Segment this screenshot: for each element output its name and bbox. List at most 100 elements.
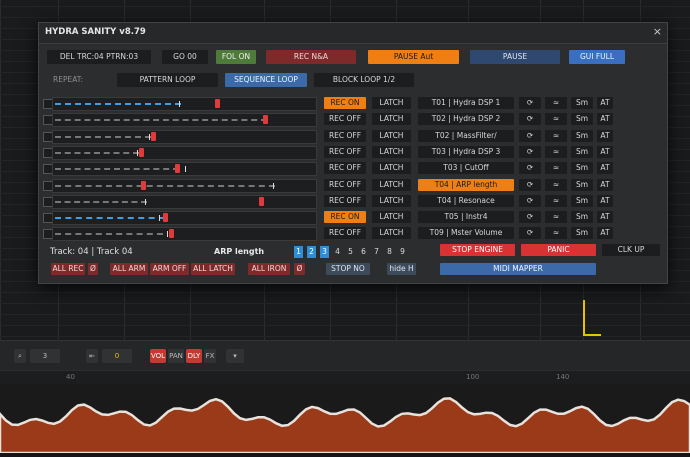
slider-handle[interactable] — [139, 147, 144, 157]
rec-toggle[interactable]: REC OFF — [324, 113, 366, 126]
param-name-button[interactable]: T01 | Hydra DSP 1 — [418, 97, 514, 109]
pattern-loop-button[interactable]: PATTERN LOOP — [117, 73, 218, 87]
go-button[interactable]: GO 00 — [162, 50, 208, 64]
slider-handle[interactable] — [259, 196, 264, 206]
sm-toggle[interactable]: Sm — [571, 194, 593, 207]
automation-slider[interactable] — [52, 97, 317, 111]
automation-slider[interactable] — [52, 162, 317, 177]
latch-toggle[interactable]: LATCH — [372, 113, 411, 126]
rec-toggle[interactable]: REC ON — [324, 211, 366, 224]
param-name-button[interactable]: T09 | Mster Volume — [418, 227, 514, 240]
param-name-button[interactable]: T02 | MassFilter/ — [418, 129, 514, 142]
close-icon[interactable]: × — [653, 26, 662, 38]
sm-toggle[interactable]: Sm — [571, 178, 593, 191]
all-arm-button[interactable]: ALL ARM — [110, 263, 148, 275]
param-name-button[interactable]: T04 | ARP length — [418, 178, 514, 191]
bank-button[interactable]: 3 — [320, 246, 329, 258]
smooth-icon[interactable]: ≈ — [545, 145, 567, 158]
automation-slider[interactable] — [52, 145, 317, 160]
slider-handle[interactable] — [163, 213, 168, 223]
sm-toggle[interactable]: Sm — [571, 227, 593, 240]
smooth-icon[interactable]: ≈ — [545, 178, 567, 191]
pause-button[interactable]: PAUSE — [470, 50, 560, 64]
param-name-button[interactable]: T03 | Hydra DSP 3 — [418, 145, 514, 158]
rec-toggle[interactable]: REC ON — [324, 97, 366, 109]
bank-button[interactable]: 4 — [333, 246, 342, 258]
step-icon[interactable]: ⇤ — [86, 349, 98, 363]
latch-toggle[interactable]: LATCH — [372, 178, 411, 191]
automation-slider[interactable] — [52, 178, 317, 193]
sm-toggle[interactable]: Sm — [571, 129, 593, 142]
at-toggle[interactable]: AT — [597, 129, 613, 142]
smooth-icon[interactable]: ≈ — [545, 113, 567, 126]
octave-stepper[interactable]: 3 — [30, 349, 60, 363]
latch-toggle[interactable]: LATCH — [372, 97, 411, 109]
automation-slider[interactable] — [52, 227, 317, 242]
slider-handle[interactable] — [215, 99, 220, 108]
all-rec-button[interactable]: ALL REC — [51, 263, 85, 275]
step-stepper[interactable]: 0 — [102, 349, 132, 363]
param-name-button[interactable]: T04 | Resonace — [418, 194, 514, 207]
slider-handle[interactable] — [151, 131, 156, 141]
fx-toggle[interactable]: FX — [204, 349, 216, 363]
at-toggle[interactable]: AT — [597, 145, 613, 158]
all-rec-clear-button[interactable]: Ø — [88, 263, 98, 275]
slider-handle[interactable] — [141, 180, 146, 190]
bank-button[interactable]: 8 — [385, 246, 394, 258]
clk-up-button[interactable]: CLK UP — [602, 244, 660, 256]
loop-icon[interactable]: ⟳ — [519, 227, 541, 240]
hide-button[interactable]: hide H — [387, 263, 416, 275]
param-name-button[interactable]: T05 | Instr4 — [418, 211, 514, 224]
loop-icon[interactable]: ⟳ — [519, 194, 541, 207]
loop-icon[interactable]: ⟳ — [519, 178, 541, 191]
automation-slider[interactable] — [52, 194, 317, 209]
latch-toggle[interactable]: LATCH — [372, 145, 411, 158]
pan-toggle[interactable]: PAN — [168, 349, 184, 363]
at-toggle[interactable]: AT — [597, 162, 613, 175]
dly-toggle[interactable]: DLY — [186, 349, 202, 363]
sm-toggle[interactable]: Sm — [571, 97, 593, 109]
midi-mapper-button[interactable]: MIDI MAPPER — [440, 263, 596, 275]
loop-icon[interactable]: ⟳ — [519, 145, 541, 158]
all-latch-button[interactable]: ALL LATCH — [191, 263, 235, 275]
param-name-button[interactable]: T02 | Hydra DSP 2 — [418, 113, 514, 126]
latch-toggle[interactable]: LATCH — [372, 211, 411, 224]
all-iron-clear-button[interactable]: Ø — [294, 263, 305, 275]
at-toggle[interactable]: AT — [597, 194, 613, 207]
rec-toggle[interactable]: REC OFF — [324, 162, 366, 175]
automation-slider[interactable] — [52, 113, 317, 128]
rec-toggle[interactable]: REC OFF — [324, 178, 366, 191]
arm-off-button[interactable]: ARM OFF — [150, 263, 189, 275]
slider-handle[interactable] — [169, 229, 174, 239]
loop-icon[interactable]: ⟳ — [519, 113, 541, 126]
bank-button[interactable]: 5 — [346, 246, 355, 258]
rec-toggle[interactable]: REC OFF — [324, 129, 366, 142]
latch-toggle[interactable]: LATCH — [372, 227, 411, 240]
block-loop-button[interactable]: BLOCK LOOP 1/2 — [314, 73, 414, 87]
at-toggle[interactable]: AT — [597, 227, 613, 240]
at-toggle[interactable]: AT — [597, 97, 613, 109]
automation-slider[interactable] — [52, 129, 317, 144]
smooth-icon[interactable]: ≈ — [545, 194, 567, 207]
at-toggle[interactable]: AT — [597, 178, 613, 191]
slider-handle[interactable] — [175, 164, 180, 174]
all-iron-button[interactable]: ALL IRON — [248, 263, 290, 275]
rec-toggle[interactable]: REC OFF — [324, 145, 366, 158]
sm-toggle[interactable]: Sm — [571, 211, 593, 224]
fx-dropdown[interactable]: ▾ — [226, 349, 244, 363]
vol-toggle[interactable]: VOL — [150, 349, 166, 363]
sm-toggle[interactable]: Sm — [571, 162, 593, 175]
latch-toggle[interactable]: LATCH — [372, 129, 411, 142]
slider-handle[interactable] — [263, 115, 268, 125]
smooth-icon[interactable]: ≈ — [545, 227, 567, 240]
pause-automation-button[interactable]: PAUSE Aut — [368, 50, 459, 64]
bank-button[interactable]: 1 — [294, 246, 303, 258]
bank-button[interactable]: 2 — [307, 246, 316, 258]
smooth-icon[interactable]: ≈ — [545, 97, 567, 109]
bank-button[interactable]: 6 — [359, 246, 368, 258]
stop-no-button[interactable]: STOP NO — [326, 263, 370, 275]
stop-engine-button[interactable]: STOP ENGINE — [440, 244, 515, 256]
smooth-icon[interactable]: ≈ — [545, 211, 567, 224]
smooth-icon[interactable]: ≈ — [545, 129, 567, 142]
loop-icon[interactable]: ⟳ — [519, 129, 541, 142]
